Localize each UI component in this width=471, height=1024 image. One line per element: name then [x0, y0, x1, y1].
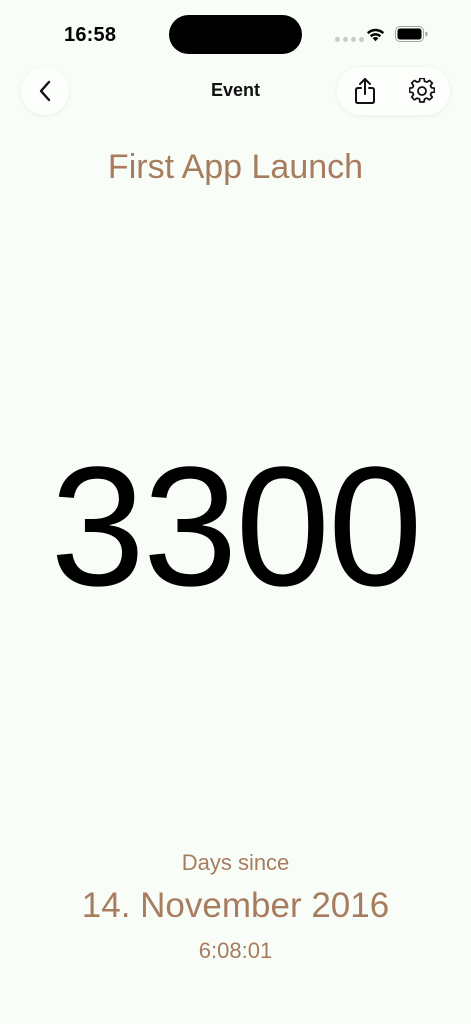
battery-icon: [395, 26, 428, 42]
share-button[interactable]: [347, 73, 383, 109]
event-date: 14. November 2016: [81, 886, 390, 925]
days-count: 3300: [50, 432, 422, 622]
share-icon: [355, 78, 375, 104]
cellular-signal-icon: [335, 37, 364, 42]
dynamic-island: [169, 15, 302, 54]
nav-actions-group: [337, 67, 450, 115]
event-time: 6:08:01: [198, 938, 273, 963]
event-title: First App Launch: [107, 148, 364, 186]
status-time: 16:58: [64, 24, 117, 46]
status-bar: 16:58: [0, 0, 471, 60]
settings-button[interactable]: [404, 73, 440, 109]
days-since-label: Days since: [181, 850, 290, 875]
wifi-icon: [366, 28, 385, 42]
gear-icon: [409, 78, 435, 103]
